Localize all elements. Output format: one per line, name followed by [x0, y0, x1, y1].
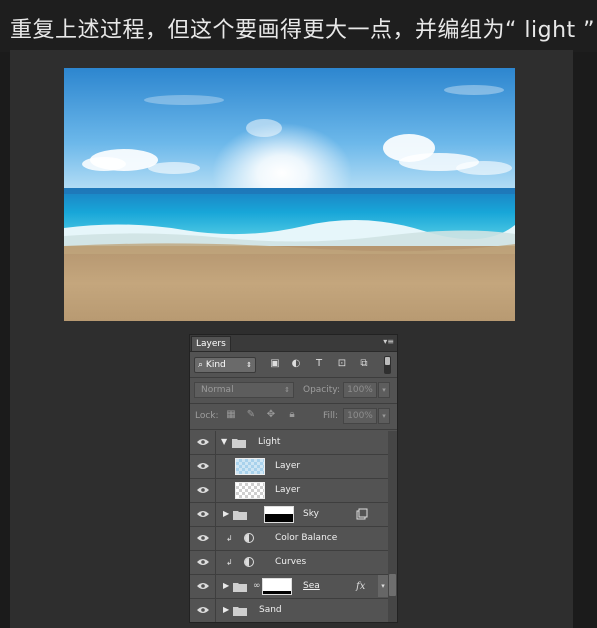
adjustment-layer-icon [244, 533, 254, 543]
layer-row-sand[interactable]: ▶ Sand [190, 599, 388, 622]
layer-name: Sky [303, 509, 319, 519]
adjustment-layer-icon [244, 557, 254, 567]
expand-triangle-icon[interactable]: ▶ [223, 606, 231, 614]
visibility-eye-icon[interactable] [190, 503, 216, 526]
layer-row-layer-1[interactable]: Layer [190, 455, 388, 479]
layer-row-sky[interactable]: ▶ Sky [190, 503, 388, 527]
layer-mask-thumbnail [262, 578, 292, 595]
lock-all-icon[interactable]: 🔒︎ [286, 408, 298, 422]
lock-row: Lock: ▦ ✎ ✥ 🔒︎ Fill: 100% ▾ [190, 404, 397, 428]
blend-mode-value: Normal [201, 385, 234, 395]
adjustment-filter-icon[interactable]: ◐ [290, 358, 302, 370]
lock-move-icon[interactable]: ✥ [265, 408, 277, 422]
visibility-eye-icon[interactable] [190, 551, 216, 574]
layer-name: Sand [259, 605, 282, 615]
lock-label: Lock: [195, 411, 219, 421]
layer-name: Sea [303, 581, 320, 591]
layers-list: ▼ Light Layer Layer ▶ Sky ↲ Color Balanc… [190, 431, 388, 622]
blend-mode-select[interactable]: Normal ⇕ [194, 382, 294, 398]
layer-thumbnail [235, 482, 265, 499]
chevron-updown-icon: ⇕ [284, 386, 290, 394]
fill-label: Fill: [323, 411, 339, 421]
visibility-eye-icon[interactable] [190, 455, 216, 478]
tab-layers[interactable]: Layers [191, 336, 231, 351]
lock-brush-icon[interactable]: ✎ [245, 408, 257, 422]
opacity-input[interactable]: 100% [343, 382, 377, 398]
beach-photo [64, 68, 515, 321]
folder-icon [232, 439, 246, 448]
visibility-eye-icon[interactable] [190, 575, 216, 598]
layer-row-light[interactable]: ▼ Light [190, 431, 388, 455]
expand-triangle-icon[interactable]: ▶ [223, 510, 231, 518]
smart-object-filter-icon[interactable]: ⧉ [358, 358, 370, 370]
clipping-arrow-icon: ↲ [226, 558, 233, 567]
fill-dropdown-icon[interactable]: ▾ [378, 408, 390, 424]
panel-header: Layers ▾≡ [190, 335, 397, 352]
folder-icon [233, 583, 247, 592]
layer-name: Color Balance [275, 533, 338, 543]
kind-filter-select[interactable]: ⌕ Kind ⇕ [194, 357, 256, 373]
visibility-eye-icon[interactable] [190, 599, 216, 622]
layer-row-curves[interactable]: ↲ Curves [190, 551, 388, 575]
layers-panel: Layers ▾≡ ⌕ Kind ⇕ ▣ ◐ T ⊡ ⧉ Normal ⇕ Op… [189, 334, 398, 623]
visibility-eye-icon[interactable] [190, 527, 216, 550]
expand-triangle-icon[interactable]: ▼ [221, 438, 229, 446]
filter-row: ⌕ Kind ⇕ ▣ ◐ T ⊡ ⧉ [190, 353, 397, 377]
caption-text: 重复上述过程，但这个要画得更大一点，并编组为“ light ” [10, 18, 596, 43]
visibility-eye-icon[interactable] [190, 479, 216, 502]
chevron-updown-icon: ⇕ [246, 361, 252, 369]
layer-name: Light [258, 437, 281, 447]
visibility-eye-icon[interactable] [190, 431, 216, 454]
smart-object-icon [356, 508, 368, 520]
expand-triangle-icon[interactable]: ▶ [223, 582, 231, 590]
scrollbar-thumb[interactable] [389, 574, 396, 596]
caption-bar: 重复上述过程，但这个要画得更大一点，并编组为“ light ” [0, 0, 597, 52]
layer-thumbnail [235, 458, 265, 475]
image-filter-icon[interactable]: ▣ [269, 358, 281, 370]
type-filter-icon[interactable]: T [313, 358, 325, 370]
layer-row-color-balance[interactable]: ↲ Color Balance [190, 527, 388, 551]
filter-toggle[interactable] [384, 356, 391, 374]
layer-name: Layer [275, 461, 301, 471]
opacity-dropdown-icon[interactable]: ▾ [378, 382, 390, 398]
link-chain-icon[interactable]: ∞ [253, 580, 261, 592]
fill-input[interactable]: 100% [343, 408, 377, 424]
layer-name: Curves [275, 557, 307, 567]
layer-row-sea[interactable]: ▶ ∞ Sea fx ▾ [190, 575, 388, 599]
kind-label: Kind [205, 360, 226, 370]
panel-menu-icon[interactable]: ▾≡ [383, 337, 394, 346]
clipping-arrow-icon: ↲ [226, 534, 233, 543]
layer-name: Layer [275, 485, 301, 495]
fx-effects-icon[interactable]: fx [356, 575, 365, 598]
layers-scrollbar[interactable] [388, 431, 397, 622]
search-icon: ⌕ [198, 360, 204, 370]
blend-row: Normal ⇕ Opacity: 100% ▾ [190, 378, 397, 402]
fx-dropdown-icon[interactable]: ▾ [378, 575, 388, 597]
folder-icon [233, 607, 247, 616]
folder-icon [233, 511, 247, 520]
lock-transparent-icon[interactable]: ▦ [225, 408, 237, 422]
shape-filter-icon[interactable]: ⊡ [336, 358, 348, 370]
opacity-label: Opacity: [303, 385, 340, 395]
layer-row-layer-2[interactable]: Layer [190, 479, 388, 503]
layer-mask-thumbnail [264, 506, 294, 523]
